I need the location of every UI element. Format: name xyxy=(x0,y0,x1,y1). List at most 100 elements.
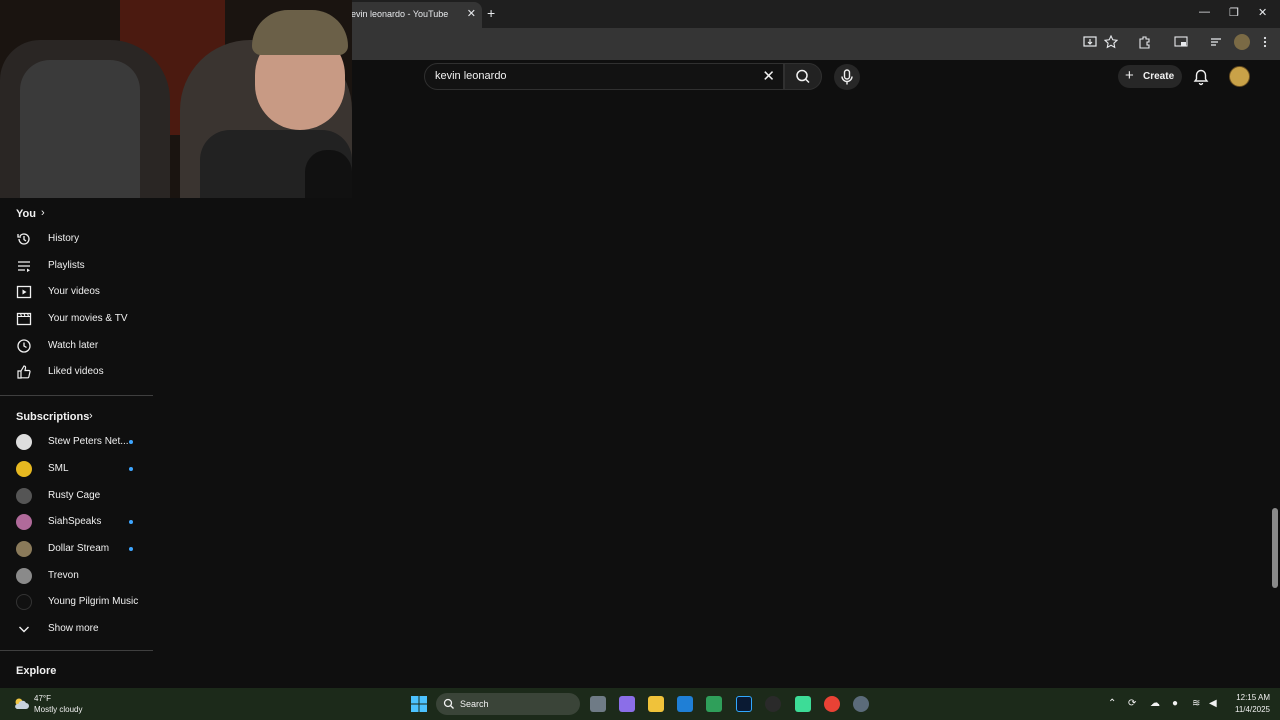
sidebar-item-your-videos[interactable]: Your videos xyxy=(0,279,153,305)
channel-avatar xyxy=(16,594,32,610)
search-icon xyxy=(796,69,810,84)
search-input[interactable]: kevin leonardo ✕ xyxy=(424,63,784,90)
store-icon[interactable] xyxy=(677,696,693,712)
search-icon xyxy=(443,698,454,709)
tab-close-icon[interactable]: ✕ xyxy=(467,7,476,20)
tab-title: evin leonardo - YouTube xyxy=(351,9,449,19)
sync-icon[interactable]: ⟳ xyxy=(1128,698,1136,709)
browser-profile-avatar[interactable] xyxy=(1234,34,1250,50)
browser-menu-icon[interactable] xyxy=(1258,35,1274,51)
clock-time[interactable]: 12:15 AM xyxy=(1226,693,1270,702)
page-scrollbar[interactable] xyxy=(1270,60,1280,688)
search-query: kevin leonardo xyxy=(435,70,507,82)
show-more-button[interactable]: Show more xyxy=(0,616,153,642)
notifications-bell-icon[interactable] xyxy=(1192,68,1210,86)
channel-avatar xyxy=(16,514,32,530)
new-content-dot xyxy=(129,520,133,524)
new-tab-button[interactable]: + xyxy=(487,5,495,21)
wifi-icon[interactable]: ≋ xyxy=(1192,698,1200,709)
you-section-title[interactable]: You xyxy=(16,208,36,220)
minimize-button[interactable]: — xyxy=(1199,6,1210,18)
volume-icon[interactable]: ◀ xyxy=(1209,698,1217,709)
sidebar-item-label: Your videos xyxy=(48,286,100,297)
sidebar-item-movies-tv[interactable]: Your movies & TV xyxy=(0,306,153,332)
sidebar-item-history[interactable]: History xyxy=(0,226,153,252)
show-more-label: Show more xyxy=(48,623,99,634)
sidebar: You › History Playlists Your videos Your… xyxy=(0,198,153,688)
sidebar-item-label: Playlists xyxy=(48,260,85,271)
channel-avatar xyxy=(16,488,32,504)
chevron-up-icon[interactable]: ⌃ xyxy=(1108,698,1116,709)
sidebar-item-label: Watch later xyxy=(48,340,99,351)
history-icon xyxy=(16,231,32,247)
your-videos-icon xyxy=(16,284,32,300)
channel-avatar xyxy=(16,541,32,557)
file-explorer-icon[interactable] xyxy=(648,696,664,712)
tab-youtube[interactable]: evin leonardo - YouTube ✕ xyxy=(345,2,482,28)
weather-description[interactable]: Mostly cloudy xyxy=(34,705,82,714)
app-icon[interactable] xyxy=(706,696,722,712)
chevron-right-icon[interactable]: › xyxy=(41,207,45,219)
clock-icon xyxy=(16,338,32,354)
sidebar-item-label: Liked videos xyxy=(48,366,104,377)
sidebar-subscription-item[interactable]: Dollar Stream xyxy=(0,536,153,562)
clock-date[interactable]: 11/4/2025 xyxy=(1226,705,1270,714)
account-avatar[interactable] xyxy=(1229,66,1250,87)
sidebar-subscription-item[interactable]: SiahSpeaks xyxy=(0,509,153,535)
sidebar-item-label: History xyxy=(48,233,80,244)
plus-icon: + xyxy=(1125,67,1134,84)
copilot-icon[interactable] xyxy=(619,696,635,712)
sidebar-item-liked-videos[interactable]: Liked videos xyxy=(0,359,153,385)
taskbar-search[interactable]: Search xyxy=(436,693,580,715)
scrollbar-thumb[interactable] xyxy=(1272,508,1278,588)
bookmark-star-icon[interactable] xyxy=(1104,35,1120,51)
webcam-microphone xyxy=(305,150,352,198)
onedrive-cloud-icon[interactable]: ☁ xyxy=(1150,698,1160,709)
clear-search-icon[interactable]: ✕ xyxy=(762,67,775,85)
channel-name: Dollar Stream xyxy=(48,543,110,554)
channel-name: Young Pilgrim Music xyxy=(48,596,139,607)
sidebar-subscription-item[interactable]: Stew Peters Net... xyxy=(0,429,153,455)
chrome-icon[interactable] xyxy=(824,696,840,712)
channel-name: Rusty Cage xyxy=(48,490,101,501)
windows-start-icon[interactable] xyxy=(411,696,427,712)
webcam-overlay xyxy=(0,0,352,198)
weather-cloud-icon[interactable] xyxy=(12,695,30,713)
channel-name: SML xyxy=(48,463,69,474)
sidebar-subscription-item[interactable]: SML xyxy=(0,456,153,482)
subscriptions-section-title[interactable]: Subscriptions xyxy=(16,411,89,423)
restore-button[interactable]: ❐ xyxy=(1229,6,1239,19)
new-content-dot xyxy=(129,440,133,444)
sidebar-subscription-item[interactable]: Young Pilgrim Music xyxy=(0,589,153,615)
task-view-icon[interactable] xyxy=(590,696,606,712)
create-button[interactable]: + Create xyxy=(1118,65,1182,88)
install-app-icon[interactable] xyxy=(1083,35,1099,51)
playlists-icon xyxy=(16,258,32,274)
windows-taskbar: 47°F Mostly cloudy Search ⌃ ⟳ ☁ ● ≋ ◀ 12… xyxy=(0,688,1280,720)
sidebar-subscription-item[interactable]: Trevon xyxy=(0,563,153,589)
app-icon[interactable] xyxy=(765,696,781,712)
create-label: Create xyxy=(1143,71,1175,82)
channel-name: Trevon xyxy=(48,570,79,581)
new-content-dot xyxy=(129,547,133,551)
microphone-icon xyxy=(841,69,853,85)
photoshop-icon[interactable] xyxy=(736,696,752,712)
microphone-icon[interactable]: ● xyxy=(1172,698,1178,709)
chat-app-icon[interactable] xyxy=(795,696,811,712)
close-window-button[interactable]: ✕ xyxy=(1258,6,1267,19)
weather-temperature[interactable]: 47°F xyxy=(34,694,51,703)
extensions-icon[interactable] xyxy=(1138,35,1154,51)
reading-list-icon[interactable] xyxy=(1209,35,1225,51)
explore-section-title: Explore xyxy=(16,665,57,677)
sidebar-item-watch-later[interactable]: Watch later xyxy=(0,333,153,359)
search-button[interactable] xyxy=(784,63,822,90)
cast-icon[interactable] xyxy=(1174,35,1190,51)
chevron-right-icon[interactable]: › xyxy=(89,410,93,422)
voice-search-button[interactable] xyxy=(834,64,860,90)
channel-avatar xyxy=(16,434,32,450)
chevron-down-icon xyxy=(16,621,32,637)
settings-icon[interactable] xyxy=(853,696,869,712)
sidebar-item-playlists[interactable]: Playlists xyxy=(0,253,153,279)
sidebar-item-label: Your movies & TV xyxy=(48,313,128,324)
sidebar-subscription-item[interactable]: Rusty Cage xyxy=(0,483,153,509)
